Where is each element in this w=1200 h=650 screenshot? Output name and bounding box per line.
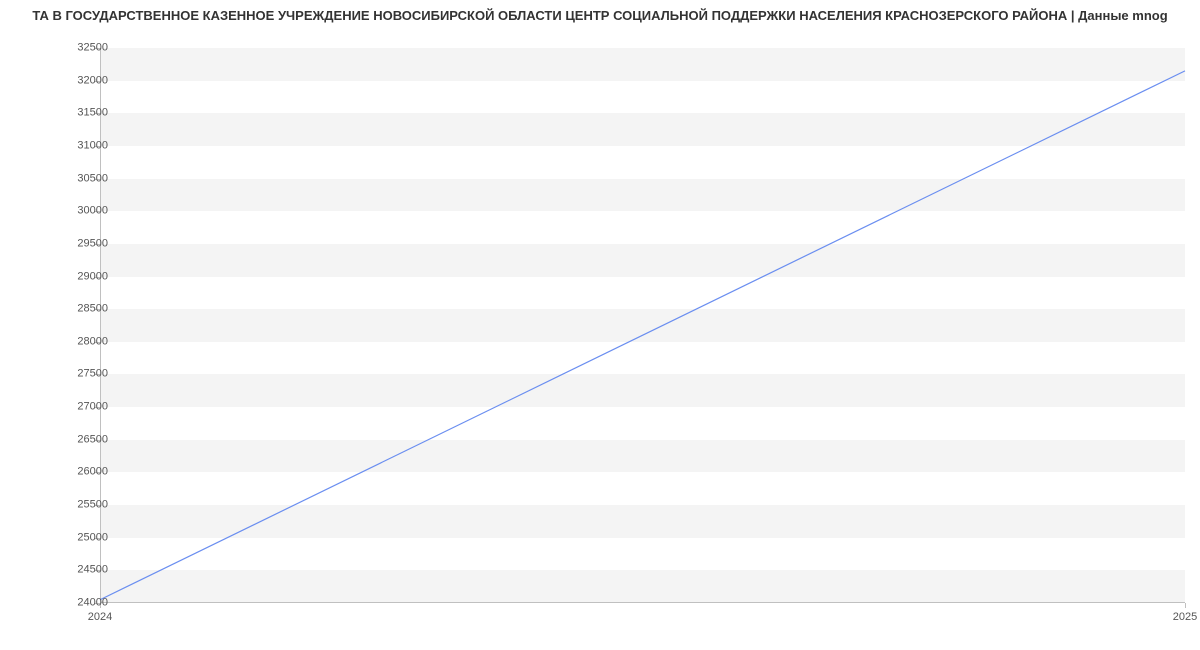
- y-tick-label: 26000: [28, 467, 108, 478]
- y-tick-label: 31500: [28, 108, 108, 119]
- y-tick-label: 29500: [28, 238, 108, 249]
- y-tick-label: 28000: [28, 336, 108, 347]
- series-line: [100, 71, 1185, 600]
- y-tick-label: 25500: [28, 500, 108, 511]
- y-tick-label: 29000: [28, 271, 108, 282]
- y-tick-label: 24500: [28, 565, 108, 576]
- x-tick: [1185, 603, 1186, 608]
- y-tick-label: 27500: [28, 369, 108, 380]
- line-layer: [100, 48, 1185, 603]
- chart-title: ТА В ГОСУДАРСТВЕННОЕ КАЗЕННОЕ УЧРЕЖДЕНИЕ…: [0, 8, 1200, 23]
- y-tick-label: 25000: [28, 532, 108, 543]
- y-tick-label: 32000: [28, 75, 108, 86]
- y-tick-label: 24000: [28, 598, 108, 609]
- y-tick-label: 27000: [28, 402, 108, 413]
- y-tick-label: 32500: [28, 43, 108, 54]
- y-tick-label: 26500: [28, 434, 108, 445]
- y-tick-label: 28500: [28, 304, 108, 315]
- x-tick-label: 2024: [88, 611, 112, 623]
- y-tick-label: 31000: [28, 140, 108, 151]
- plot-area: [100, 48, 1185, 603]
- y-tick-label: 30000: [28, 206, 108, 217]
- y-tick-label: 30500: [28, 173, 108, 184]
- x-tick-label: 2025: [1173, 611, 1197, 623]
